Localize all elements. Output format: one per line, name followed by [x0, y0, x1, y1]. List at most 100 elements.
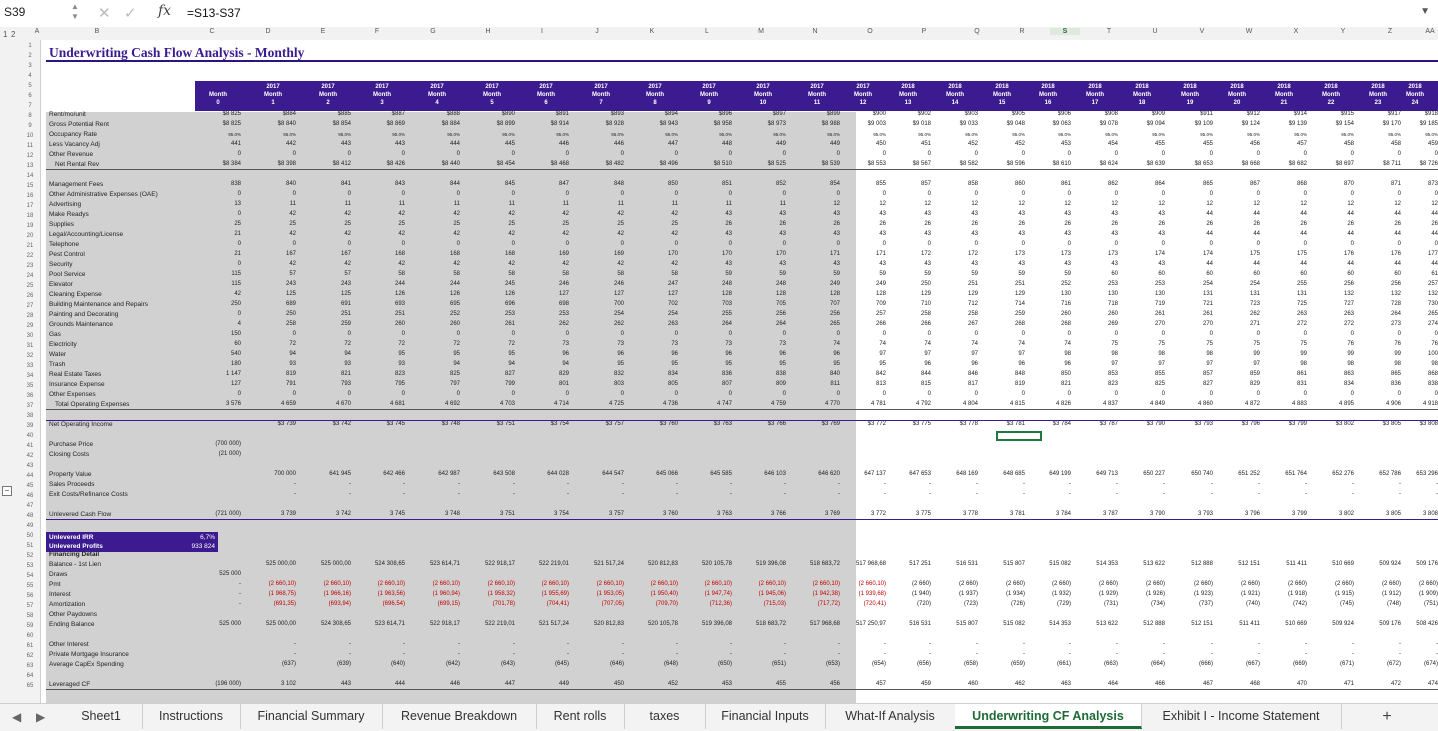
value-cell[interactable]: -: [305, 481, 351, 487]
value-cell[interactable]: 843: [359, 181, 405, 187]
value-cell[interactable]: 643 508: [469, 471, 515, 477]
value-cell[interactable]: 173: [1072, 251, 1118, 257]
value-cell[interactable]: 838: [1392, 381, 1438, 387]
value-cell[interactable]: 255: [1261, 281, 1307, 287]
row-header[interactable]: 28: [20, 313, 40, 319]
value-cell[interactable]: 520 105,78: [686, 561, 732, 567]
value-cell[interactable]: $8 553: [840, 161, 886, 167]
value-cell[interactable]: 0: [1025, 331, 1071, 337]
value-cell[interactable]: 0: [414, 151, 460, 157]
value-cell[interactable]: 44: [1214, 261, 1260, 267]
value-cell[interactable]: 452: [932, 141, 978, 147]
value-cell[interactable]: 867: [1214, 181, 1260, 187]
value-cell[interactable]: 467: [1167, 681, 1213, 687]
value-cell[interactable]: 449: [794, 141, 840, 147]
value-cell[interactable]: 0: [250, 241, 296, 247]
row-header[interactable]: 39: [20, 423, 40, 429]
value-cell[interactable]: 25: [359, 221, 405, 227]
value-cell[interactable]: 0: [305, 241, 351, 247]
value-cell[interactable]: 98: [1261, 361, 1307, 367]
value-cell[interactable]: 0: [1119, 391, 1165, 397]
value-cell[interactable]: 95.0%: [1119, 132, 1165, 137]
value-cell[interactable]: $3 793: [1167, 421, 1213, 427]
value-cell[interactable]: $891: [523, 111, 569, 117]
value-cell[interactable]: 4 747: [686, 401, 732, 407]
value-cell[interactable]: 855: [1119, 371, 1165, 377]
value-cell[interactable]: -: [1167, 641, 1213, 647]
value-cell[interactable]: 73: [632, 341, 678, 347]
value-cell[interactable]: 44: [1261, 231, 1307, 237]
value-cell[interactable]: $8 668: [1214, 161, 1260, 167]
value-cell[interactable]: 3 799: [1261, 511, 1307, 517]
value-cell[interactable]: (2 660): [1392, 581, 1438, 587]
row-header[interactable]: 7: [20, 103, 40, 109]
value-cell[interactable]: 96: [885, 361, 931, 367]
value-cell[interactable]: 60: [1167, 271, 1213, 277]
value-cell[interactable]: -: [1308, 481, 1354, 487]
value-cell[interactable]: 455: [740, 681, 786, 687]
value-cell[interactable]: 691: [305, 301, 351, 307]
value-cell[interactable]: (666): [1167, 661, 1213, 667]
value-cell[interactable]: 829: [523, 371, 569, 377]
value-cell[interactable]: 26: [1308, 221, 1354, 227]
value-cell[interactable]: -: [1214, 641, 1260, 647]
sheet-tab[interactable]: Financial Inputs: [705, 704, 826, 729]
value-cell[interactable]: (659): [979, 661, 1025, 667]
selected-cell-s39[interactable]: [996, 431, 1042, 441]
value-cell[interactable]: 450: [578, 681, 624, 687]
value-cell[interactable]: 452: [979, 141, 1025, 147]
value-cell[interactable]: 4 792: [885, 401, 931, 407]
value-cell[interactable]: 0: [1308, 241, 1354, 247]
value-cell[interactable]: 26: [1167, 221, 1213, 227]
value-cell[interactable]: (21 000): [195, 451, 241, 457]
value-cell[interactable]: $8 610: [1025, 161, 1071, 167]
value-cell[interactable]: 0: [979, 151, 1025, 157]
value-cell[interactable]: -: [632, 491, 678, 497]
value-cell[interactable]: 521 517,24: [578, 561, 624, 567]
value-cell[interactable]: (648): [632, 661, 678, 667]
value-cell[interactable]: (1 942,38): [794, 591, 840, 597]
value-cell[interactable]: 695: [414, 301, 460, 307]
value-cell[interactable]: (1 968,75): [250, 591, 296, 597]
value-cell[interactable]: $3 775: [885, 421, 931, 427]
row-header[interactable]: 5: [20, 83, 40, 89]
value-cell[interactable]: 11: [578, 201, 624, 207]
value-cell[interactable]: 268: [979, 321, 1025, 327]
value-cell[interactable]: 12: [1308, 201, 1354, 207]
value-cell[interactable]: 515 082: [1025, 561, 1071, 567]
value-cell[interactable]: 0: [979, 191, 1025, 197]
value-cell[interactable]: -: [1119, 491, 1165, 497]
row-header[interactable]: 3: [20, 63, 40, 69]
value-cell[interactable]: 0: [195, 391, 241, 397]
worksheet-grid[interactable]: Underwriting Cash Flow Analysis - Monthl…: [41, 40, 1438, 703]
value-cell[interactable]: 3 742: [305, 511, 351, 517]
value-cell[interactable]: $8 726: [1392, 161, 1438, 167]
row-header[interactable]: 49: [20, 523, 40, 529]
value-cell[interactable]: 0: [1261, 151, 1307, 157]
value-cell[interactable]: 132: [1308, 291, 1354, 297]
value-cell[interactable]: 0: [469, 151, 515, 157]
value-cell[interactable]: 264: [686, 321, 732, 327]
value-cell[interactable]: 452: [632, 681, 678, 687]
value-cell[interactable]: 42: [414, 261, 460, 267]
value-cell[interactable]: 95.0%: [195, 132, 241, 137]
value-cell[interactable]: 11: [632, 201, 678, 207]
value-cell[interactable]: 0: [523, 331, 569, 337]
value-cell[interactable]: 43: [932, 261, 978, 267]
value-cell[interactable]: -: [1392, 651, 1438, 657]
value-cell[interactable]: 95.0%: [885, 132, 931, 137]
value-cell[interactable]: $8 928: [578, 121, 624, 127]
value-cell[interactable]: $8 539: [794, 161, 840, 167]
value-cell[interactable]: 95.0%: [305, 132, 351, 137]
row-header[interactable]: 38: [20, 413, 40, 419]
value-cell[interactable]: (2 660,10): [523, 581, 569, 587]
value-cell[interactable]: -: [1072, 651, 1118, 657]
value-cell[interactable]: (1 939,68): [840, 591, 886, 597]
value-cell[interactable]: 257: [840, 311, 886, 317]
value-cell[interactable]: 447: [469, 681, 515, 687]
value-cell[interactable]: 0: [885, 241, 931, 247]
value-cell[interactable]: 825: [1119, 381, 1165, 387]
value-cell[interactable]: -: [1072, 481, 1118, 487]
value-cell[interactable]: 259: [979, 311, 1025, 317]
value-cell[interactable]: 0: [359, 331, 405, 337]
